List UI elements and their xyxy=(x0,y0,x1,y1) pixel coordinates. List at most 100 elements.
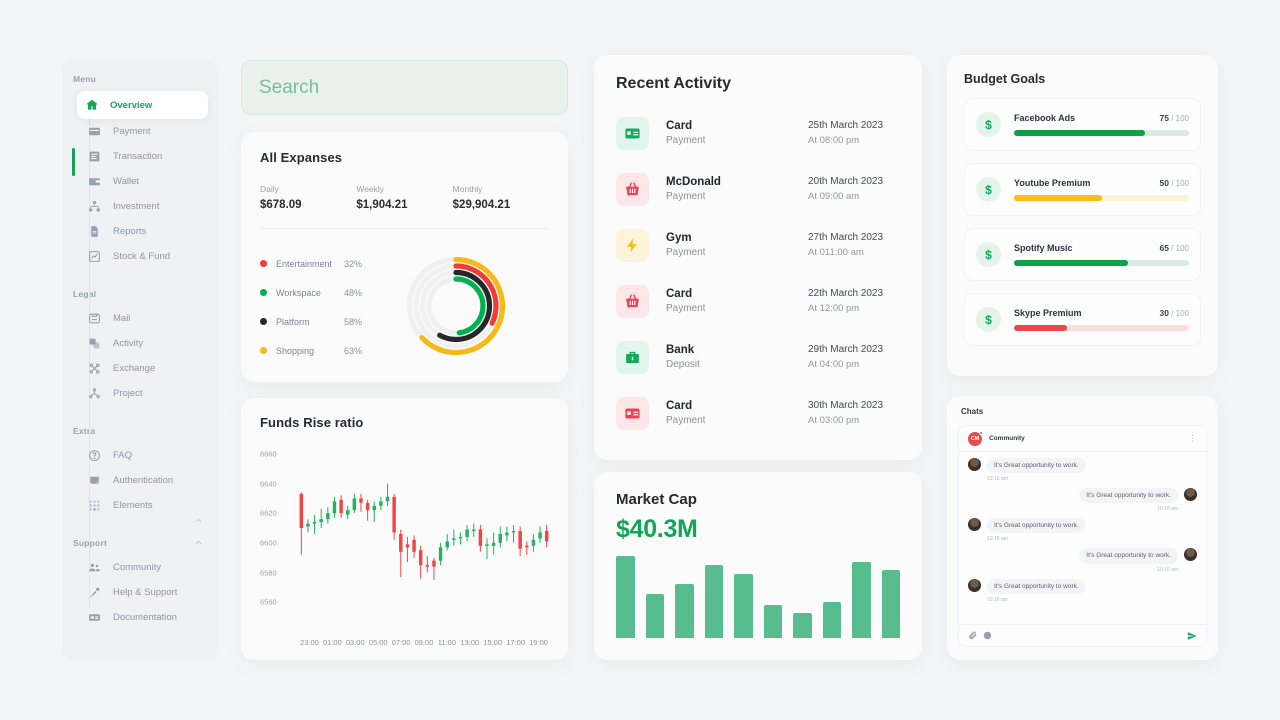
sidebar-item-transaction[interactable]: Transaction xyxy=(79,144,208,169)
x-axis-tick: 03:00 xyxy=(345,638,365,647)
x-axis-tick: 17:00 xyxy=(506,638,526,647)
market-cap-bar xyxy=(734,573,753,638)
budget-goal-row[interactable]: $ Youtube Premium 50 / 100 xyxy=(964,163,1201,216)
search-input[interactable] xyxy=(259,76,567,99)
sidebar-item-label: Community xyxy=(113,562,162,573)
paperclip-icon[interactable] xyxy=(968,631,977,640)
chat-message-list: It's Great opportunity to work. 10:16 am I… xyxy=(959,452,1206,624)
sidebar-item-stock-fund[interactable]: Stock & Fund xyxy=(79,244,208,269)
sidebar-item-activity[interactable]: Activity xyxy=(79,331,208,356)
sidebar-item-label: Reports xyxy=(113,226,147,237)
activity-date: 27th March 2023 xyxy=(808,232,884,243)
sidebar-item-wallet[interactable]: Wallet xyxy=(79,169,208,194)
candlestick-chart: 6660 6640 6620 6600. 6580 6560 23:00 01:00 03:0… xyxy=(260,442,550,647)
chat-message: It's Great opportunity to work. 10:16 am xyxy=(968,578,1197,603)
activity-date: 29th March 2023 xyxy=(808,344,884,355)
hierarchy-icon xyxy=(86,198,103,215)
sidebar-item-authentication[interactable]: Authentication xyxy=(79,468,208,493)
activity-icon xyxy=(86,335,103,352)
activity-meta: 20th March 2023 At 09:00 am xyxy=(808,176,900,202)
activity-type: Deposit xyxy=(666,359,700,370)
market-cap-bar xyxy=(645,594,664,638)
activity-time: At 04:00 pm xyxy=(808,359,860,370)
activity-type: Payment xyxy=(666,191,706,202)
goal-name: Facebook Ads xyxy=(1014,113,1076,123)
kebab-menu-icon[interactable]: ⋮ xyxy=(1189,434,1198,443)
activity-row[interactable]: Card Payment 30th March 2023 At 03:00 pm xyxy=(616,385,900,441)
x-axis-tick: 01:00 xyxy=(322,638,342,647)
sidebar-item-label: Project xyxy=(113,388,143,399)
document-icon xyxy=(86,223,103,240)
x-axis-tick: 05:00 xyxy=(368,638,388,647)
chat-message-text: It's Great opportunity to work. xyxy=(1079,548,1178,564)
activity-date: 20th March 2023 xyxy=(808,176,884,187)
chat-header[interactable]: CM Community ⋮ xyxy=(959,426,1206,452)
budget-goal-row[interactable]: $ Spotify Music 65 / 100 xyxy=(964,228,1201,281)
sidebar-item-investment[interactable]: Investment xyxy=(79,194,208,219)
chat-room-avatar: CM xyxy=(968,430,983,446)
activity-name: Gym xyxy=(666,232,692,244)
activity-meta: 22th March 2023 At 12:00 pm xyxy=(808,288,900,314)
card-icon xyxy=(616,396,649,430)
y-axis-tick: 6620 xyxy=(260,508,277,518)
chat-panel: CM Community ⋮ It's Great opportunity to… xyxy=(958,425,1207,647)
grid-icon xyxy=(86,497,103,514)
market-cap-bar xyxy=(793,613,812,638)
wallet-icon xyxy=(86,173,103,190)
activity-name: Bank xyxy=(666,344,695,356)
activity-row[interactable]: Card Payment 22th March 2023 At 12:00 pm xyxy=(616,273,900,329)
sidebar-item-faq[interactable]: FAQ xyxy=(79,443,208,468)
emoji-icon[interactable] xyxy=(983,631,992,640)
activity-row[interactable]: Gym Payment 27th March 2023 At 011:00 am xyxy=(616,217,900,273)
goal-progress-label: 30 / 100 xyxy=(1160,308,1190,318)
sidebar-item-project[interactable]: Project xyxy=(79,381,208,406)
chevron-up-icon[interactable] xyxy=(194,516,203,525)
expanse-stat-value: $678.09 xyxy=(260,199,302,211)
send-icon[interactable] xyxy=(1187,631,1197,641)
sidebar-item-reports[interactable]: Reports xyxy=(79,219,208,244)
sidebar-item-community[interactable]: Community xyxy=(79,555,208,580)
goal-current: 75 xyxy=(1159,113,1169,123)
goal-name: Skype Premium xyxy=(1014,308,1082,318)
market-cap-title: Market Cap xyxy=(616,491,697,508)
basket-icon xyxy=(616,172,649,206)
chat-message: It's Great opportunity to work. 10:16 am xyxy=(968,548,1197,573)
expanse-legend: Entertainment 32% Workspace 48% Platform 58% S… xyxy=(260,243,385,381)
goal-progress-fill xyxy=(1014,260,1128,266)
legend-percent: 48% xyxy=(344,287,363,298)
budget-goal-row[interactable]: $ Skype Premium 30 / 100 xyxy=(964,293,1201,346)
activity-row[interactable]: McDonald Payment 20th March 2023 At 09:00 a… xyxy=(616,161,900,217)
chat-composer[interactable] xyxy=(959,624,1206,646)
goal-current: 65 xyxy=(1159,243,1169,253)
chevron-up-icon[interactable] xyxy=(194,538,203,547)
sidebar-item-documentation[interactable]: Documentation xyxy=(79,605,208,630)
budget-goal-row[interactable]: $ Facebook Ads 75 / 100 xyxy=(964,98,1201,151)
activity-meta: 25th March 2023 At 08:00 pm xyxy=(808,120,900,146)
sidebar-item-label: Payment xyxy=(113,126,151,137)
sidebar-item-overview[interactable]: Overview xyxy=(77,91,208,119)
goal-total: / 100 xyxy=(1171,114,1189,123)
legend-color-dot xyxy=(260,318,267,325)
divider xyxy=(260,228,549,229)
chat-room-initials: CM xyxy=(970,435,980,442)
y-axis-tick: 6580 xyxy=(260,568,277,577)
search-bar[interactable] xyxy=(241,60,568,115)
avatar xyxy=(1184,548,1197,562)
activity-row[interactable]: Card Payment 25th March 2023 At 08:00 pm xyxy=(616,105,900,161)
legend-item: Platform 58% xyxy=(260,307,385,336)
sidebar-item-payment[interactable]: Payment xyxy=(79,119,208,144)
sidebar-item-exchange[interactable]: Exchange xyxy=(79,356,208,381)
activity-time: At 011:00 am xyxy=(808,247,864,258)
market-cap-bar xyxy=(763,604,782,638)
activity-row[interactable]: Bank Deposit 29th March 2023 At 04:00 pm xyxy=(616,329,900,385)
activity-date: 30th March 2023 xyxy=(808,400,884,411)
goal-progress-fill xyxy=(1014,195,1102,201)
sidebar-item-mail[interactable]: Mail xyxy=(79,306,208,331)
expanse-stat-label: Daily xyxy=(260,184,279,194)
activity-type: Payment xyxy=(666,247,706,258)
sidebar-item-help-support[interactable]: Help & Support xyxy=(79,580,208,605)
legend-label: Entertainment xyxy=(276,258,333,269)
budget-goal-list: $ Facebook Ads 75 / 100 $ Youtube Premium 50 … xyxy=(964,98,1201,346)
sidebar-item-elements[interactable]: Elements xyxy=(79,493,208,518)
dollar-icon: $ xyxy=(976,177,1001,202)
